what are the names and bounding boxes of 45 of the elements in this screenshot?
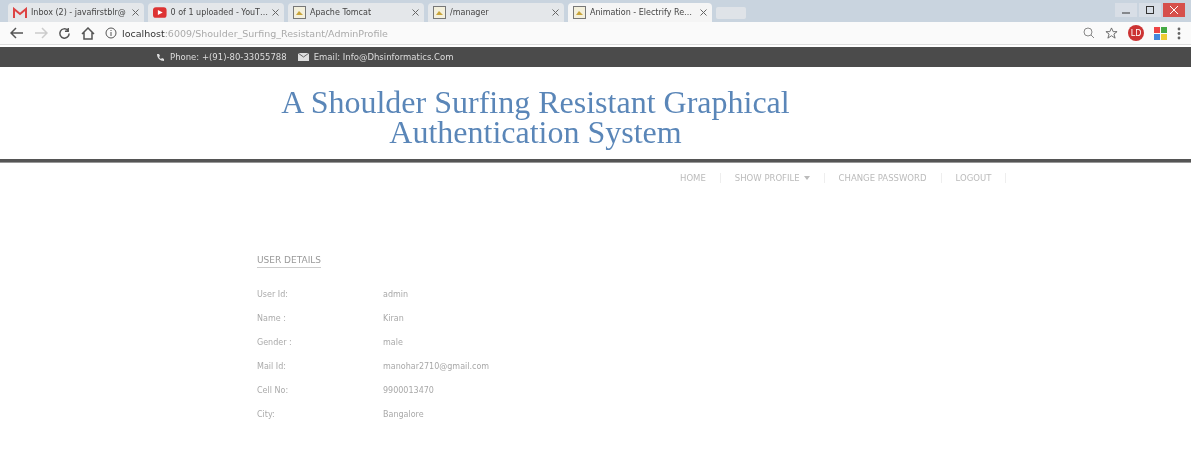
field-value: Bangalore [383, 409, 424, 419]
address-field[interactable]: localhost:6009/Shoulder_Surfing_Resistant/AdminProfile [105, 27, 1073, 39]
browser-tab[interactable]: Apache Tomcat [288, 3, 424, 22]
field-label: City: [257, 409, 276, 419]
browser-tab[interactable]: Inbox (2) - javafirstblr@ [8, 3, 144, 22]
envelope-icon [297, 53, 309, 61]
close-icon[interactable] [272, 9, 279, 16]
field-value: 9900013470 [383, 385, 434, 395]
profile-avatar[interactable]: LD [1128, 25, 1144, 41]
info-icon [105, 27, 117, 39]
page-icon [573, 6, 586, 19]
field-label: Mail Id: [257, 361, 287, 371]
close-icon[interactable] [552, 9, 559, 16]
field-value: Kiran [383, 313, 404, 323]
zoom-icon[interactable] [1083, 27, 1095, 39]
field-value: admin [383, 289, 409, 299]
browser-tab[interactable]: /manager [428, 3, 564, 22]
caret-icon [803, 176, 810, 180]
phone-text: Phone: +(91)-80-33055788 [170, 52, 287, 62]
page-icon [433, 6, 446, 19]
back-arrow-icon[interactable] [10, 27, 24, 39]
phone-icon [156, 52, 165, 62]
close-icon[interactable] [412, 9, 419, 16]
field-label: Name : [257, 313, 287, 323]
browser-tab[interactable]: 0 of 1 uploaded - YouT… [148, 3, 284, 22]
field-label: User Id: [257, 289, 289, 299]
page-icon [293, 6, 306, 19]
field-label: Cell No: [257, 385, 290, 395]
maximize-icon[interactable] [1139, 3, 1161, 17]
reload-icon[interactable] [58, 26, 71, 40]
extension-icon[interactable] [1154, 26, 1167, 40]
mail-icon [13, 6, 27, 19]
close-icon[interactable] [700, 9, 707, 16]
menu-icon[interactable] [1177, 26, 1181, 40]
home-icon[interactable] [81, 26, 95, 40]
field-value: male [383, 337, 403, 347]
field-value: manohar2710@gmail.com [383, 361, 490, 371]
video-icon [153, 7, 167, 18]
star-icon[interactable] [1105, 26, 1118, 40]
section-heading: USER DETAILS [257, 255, 322, 268]
close-icon[interactable] [1163, 3, 1185, 17]
browser-tab[interactable]: Animation - Electrify Re… [568, 3, 712, 22]
email-text: Email: Info@Dhsinformatics.Com [313, 52, 454, 62]
close-icon[interactable] [132, 9, 139, 16]
field-label: Gender : [257, 337, 293, 347]
